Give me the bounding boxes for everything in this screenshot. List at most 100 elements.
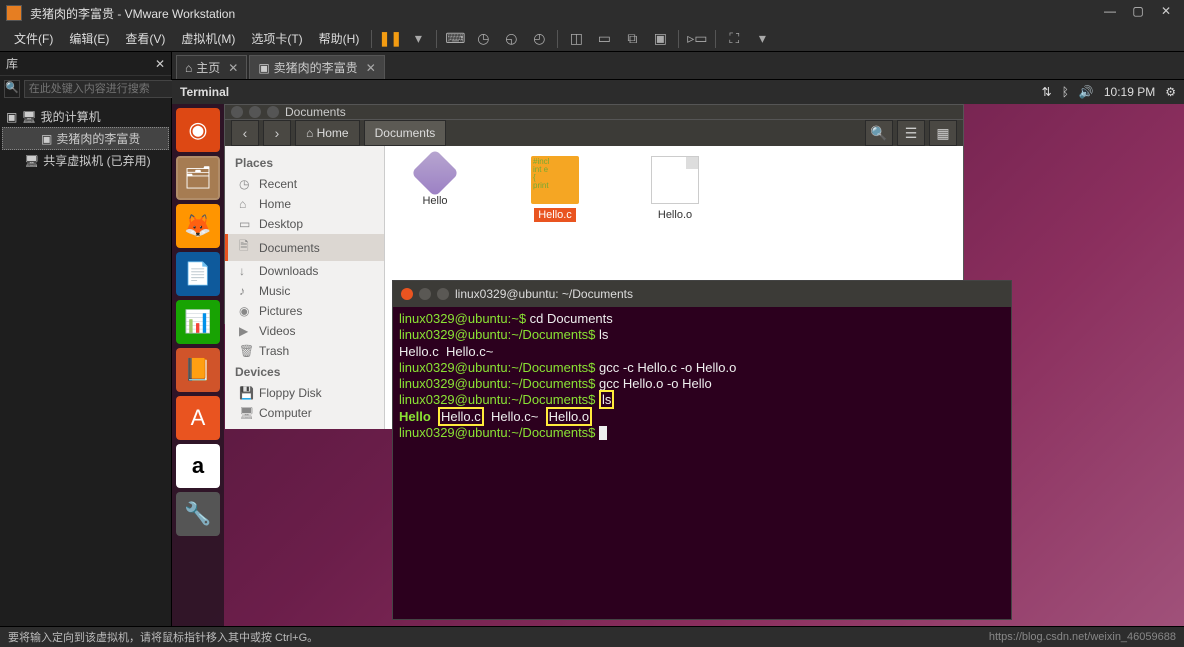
list-view-button[interactable]: ☰ (897, 120, 925, 146)
tree-label: 卖猪肉的李富贵 (56, 130, 140, 147)
clock[interactable]: 10:19 PM (1104, 85, 1155, 99)
software-center-icon[interactable]: A (176, 396, 220, 440)
sidebar-item-music[interactable]: ♪Music (225, 281, 384, 301)
console-button[interactable]: ▹▭ (685, 29, 709, 49)
tab-label: 卖猪肉的李富贵 (274, 59, 358, 76)
fullscreen-dropdown[interactable]: ▾ (750, 29, 774, 49)
sidebar-item-floppy[interactable]: 💾Floppy Disk (225, 383, 384, 403)
sidebar-item-computer[interactable]: 🖥Computer (225, 403, 384, 423)
terminal-title-text: linux0329@ubuntu: ~/Documents (455, 287, 633, 301)
sound-icon[interactable]: 🔊 (1079, 85, 1094, 99)
layout-icon-2[interactable]: ▭ (592, 29, 616, 49)
vmware-titlebar: 卖猪肉的李富贵 - VMware Workstation — ▢ ✕ (0, 0, 1184, 26)
file-hello-exec[interactable]: Hello (395, 156, 475, 208)
layout-icon-4[interactable]: ▣ (648, 29, 672, 49)
send-ctrl-alt-del-button[interactable]: ⌨ (443, 29, 467, 49)
maximize-icon[interactable] (267, 106, 279, 118)
back-button[interactable]: ‹ (231, 120, 259, 146)
files-icon[interactable]: 🗂 (176, 156, 220, 200)
nautilus-title-text: Documents (285, 105, 346, 119)
nautilus-toolbar: ‹ › ⌂ Home Documents 🔍 ☰ ▦ (225, 119, 963, 146)
close-icon[interactable] (401, 288, 413, 300)
forward-button[interactable]: › (263, 120, 291, 146)
library-title: 库 (6, 55, 18, 72)
settings-icon[interactable]: 🔧 (176, 492, 220, 536)
terminal-titlebar[interactable]: linux0329@ubuntu: ~/Documents (393, 281, 1011, 307)
expand-icon: ▣ (6, 110, 17, 124)
firefox-icon[interactable]: 🦊 (176, 204, 220, 248)
tree-vm-active[interactable]: ▣ 卖猪肉的李富贵 (2, 127, 169, 150)
tab-close-icon[interactable]: ✕ (366, 61, 376, 75)
close-button[interactable]: ✕ (1154, 4, 1178, 22)
sidebar-item-downloads[interactable]: ↓Downloads (225, 261, 384, 281)
gear-icon[interactable]: ⚙ (1165, 85, 1176, 99)
snapshot-button[interactable]: ◷ (471, 29, 495, 49)
close-icon[interactable] (231, 106, 243, 118)
sidebar-item-desktop[interactable]: ▭Desktop (225, 214, 384, 234)
menu-edit[interactable]: 编辑(E) (61, 28, 117, 49)
sidebar-item-documents[interactable]: 🗎Documents (225, 234, 384, 261)
dash-icon[interactable]: ◉ (176, 108, 220, 152)
ubuntu-top-panel: Terminal ⇅ ᛒ 🔊 10:19 PM ⚙ (172, 80, 1184, 104)
amazon-icon[interactable]: a (176, 444, 220, 488)
search-input[interactable] (24, 80, 176, 98)
file-hello-c[interactable]: #inclint e{print Hello.c (515, 156, 595, 222)
writer-icon[interactable]: 📄 (176, 252, 220, 296)
sidebar-item-home[interactable]: ⌂Home (225, 194, 384, 214)
snapshot-manager-button[interactable]: ◵ (499, 29, 523, 49)
search-icon[interactable]: 🔍 (4, 80, 20, 98)
downloads-icon: ↓ (239, 264, 253, 278)
menu-help[interactable]: 帮助(H) (311, 28, 368, 49)
sidebar-item-trash[interactable]: 🗑Trash (225, 341, 384, 361)
bluetooth-icon[interactable]: ᛒ (1062, 85, 1069, 99)
grid-view-button[interactable]: ▦ (929, 120, 957, 146)
breadcrumb-documents[interactable]: Documents (364, 120, 447, 146)
nautilus-titlebar[interactable]: Documents (225, 105, 963, 119)
search-button[interactable]: 🔍 (865, 120, 893, 146)
terminal-window[interactable]: linux0329@ubuntu: ~/Documents linux0329@… (392, 280, 1012, 620)
layout-icon-3[interactable]: ⧉ (620, 29, 644, 49)
calc-icon[interactable]: 📊 (176, 300, 220, 344)
devices-header: Devices (225, 361, 384, 383)
places-header: Places (225, 152, 384, 174)
network-icon[interactable]: ⇅ (1042, 85, 1052, 99)
menu-vm[interactable]: 虚拟机(M) (173, 28, 243, 49)
sidebar-item-recent[interactable]: ◷Recent (225, 174, 384, 194)
tree-shared-vm[interactable]: 🖥 共享虚拟机 (已弃用) (2, 150, 169, 171)
menu-tabs[interactable]: 选项卡(T) (243, 28, 310, 49)
minimize-icon[interactable] (249, 106, 261, 118)
layout-icon-1[interactable]: ◫ (564, 29, 588, 49)
vm-screen[interactable]: Terminal ⇅ ᛒ 🔊 10:19 PM ⚙ ◉ 🗂 🦊 📄 📊 📙 A … (172, 80, 1184, 626)
revert-button[interactable]: ◴ (527, 29, 551, 49)
window-title: 卖猪肉的李富贵 - VMware Workstation (30, 5, 1094, 22)
vm-icon: ▣ (41, 132, 52, 146)
recent-icon: ◷ (239, 177, 253, 191)
menu-view[interactable]: 查看(V) (117, 28, 173, 49)
minimize-button[interactable]: — (1098, 4, 1122, 22)
terminal-body[interactable]: linux0329@ubuntu:~$ cd Documents linux03… (393, 307, 1011, 619)
menu-file[interactable]: 文件(F) (6, 28, 61, 49)
close-library-icon[interactable]: ✕ (155, 57, 165, 71)
maximize-button[interactable]: ▢ (1126, 4, 1150, 22)
sidebar-item-videos[interactable]: ▶Videos (225, 321, 384, 341)
library-header: 库 ✕ (0, 52, 171, 76)
impress-icon[interactable]: 📙 (176, 348, 220, 392)
file-hello-o[interactable]: Hello.o (635, 156, 715, 222)
tab-vm[interactable]: ▣ 卖猪肉的李富贵 ✕ (249, 55, 384, 79)
breadcrumb-home[interactable]: ⌂ Home (295, 120, 360, 146)
watermark: https://blog.csdn.net/weixin_46059688 (989, 631, 1176, 643)
fullscreen-button[interactable]: ⛶ (722, 29, 746, 49)
maximize-icon[interactable] (437, 288, 449, 300)
tab-close-icon[interactable]: ✕ (228, 61, 238, 75)
tree-label: 我的计算机 (41, 108, 101, 125)
minimize-icon[interactable] (419, 288, 431, 300)
sidebar-item-pictures[interactable]: ◉Pictures (225, 301, 384, 321)
nautilus-sidebar: Places ◷Recent ⌂Home ▭Desktop 🗎Documents… (225, 146, 385, 429)
power-dropdown[interactable]: ▾ (406, 29, 430, 49)
tab-home[interactable]: ⌂ 主页 ✕ (176, 55, 247, 79)
pause-button[interactable]: ❚❚ (378, 29, 402, 49)
tree-my-computer[interactable]: ▣ 🖥 我的计算机 (2, 106, 169, 127)
active-app-menu[interactable]: Terminal (180, 85, 229, 99)
library-sidebar: 库 ✕ 🔍 ▾ ▣ 🖥 我的计算机 ▣ 卖猪肉的李富贵 🖥 共享虚拟机 (已弃用… (0, 52, 172, 626)
desktop-icon: ▭ (239, 217, 253, 231)
